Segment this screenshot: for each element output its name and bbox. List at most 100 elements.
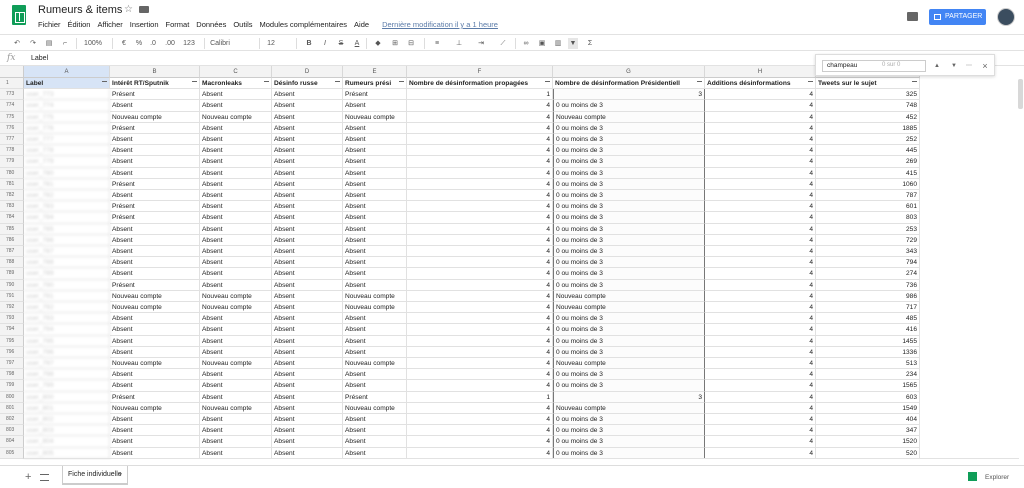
- cell-f[interactable]: 4: [407, 279, 553, 291]
- cell-b[interactable]: Absent: [110, 190, 200, 202]
- sheet-tab[interactable]: Fiche individuelle ▼: [62, 466, 128, 485]
- cell-f[interactable]: 4: [407, 313, 553, 325]
- cell-f[interactable]: 4: [407, 100, 553, 112]
- cell-d[interactable]: Absent: [272, 178, 343, 190]
- cell-g[interactable]: 0 ou moins de 3: [553, 346, 705, 358]
- cell-h[interactable]: 4: [705, 246, 816, 258]
- cell-label[interactable]: user_795: [24, 335, 110, 347]
- cell-g[interactable]: 0 ou moins de 3: [553, 369, 705, 381]
- row-number[interactable]: 782: [0, 190, 24, 202]
- cell-h[interactable]: 4: [705, 302, 816, 314]
- cell-d[interactable]: Absent: [272, 268, 343, 280]
- currency-button[interactable]: €: [119, 38, 129, 49]
- cell-b[interactable]: Absent: [110, 436, 200, 448]
- header-cell-tweets[interactable]: Tweets sur le sujet: [816, 78, 920, 90]
- row-number[interactable]: 785: [0, 223, 24, 235]
- folder-icon[interactable]: [139, 6, 149, 13]
- cell-c[interactable]: Absent: [200, 223, 272, 235]
- cell-i[interactable]: 252: [816, 134, 920, 146]
- cell-label[interactable]: user_773: [24, 89, 110, 101]
- row-number[interactable]: 776: [0, 122, 24, 134]
- formula-input[interactable]: Label: [31, 55, 48, 62]
- cell-c[interactable]: Absent: [200, 212, 272, 224]
- cell-f[interactable]: 4: [407, 346, 553, 358]
- cell-e[interactable]: Absent: [343, 167, 407, 179]
- menu-aide[interactable]: Aide: [354, 20, 369, 29]
- cell-c[interactable]: Absent: [200, 279, 272, 291]
- cell-e[interactable]: Absent: [343, 279, 407, 291]
- cell-g[interactable]: 0 ou moins de 3: [553, 335, 705, 347]
- cell-d[interactable]: Absent: [272, 89, 343, 101]
- cell-i[interactable]: 1885: [816, 122, 920, 134]
- column-header-e[interactable]: E: [343, 66, 407, 78]
- cell-label[interactable]: user_785: [24, 223, 110, 235]
- cell-b[interactable]: Présent: [110, 391, 200, 403]
- filter-icon[interactable]: [399, 81, 404, 86]
- font-select[interactable]: Calibri: [210, 38, 230, 49]
- cell-g[interactable]: 0 ou moins de 3: [553, 279, 705, 291]
- cell-c[interactable]: Absent: [200, 313, 272, 325]
- cell-label[interactable]: user_800: [24, 391, 110, 403]
- cell-h[interactable]: 4: [705, 313, 816, 325]
- filter-icon[interactable]: [264, 81, 269, 86]
- cell-label[interactable]: user_797: [24, 358, 110, 370]
- cell-f[interactable]: 4: [407, 436, 553, 448]
- cell-label[interactable]: user_779: [24, 156, 110, 168]
- cell-g[interactable]: 0 ou moins de 3: [553, 156, 705, 168]
- menu-outils[interactable]: Outils: [233, 20, 252, 29]
- cell-h[interactable]: 4: [705, 324, 816, 336]
- filter-icon[interactable]: [335, 81, 340, 86]
- menu-modules[interactable]: Modules complémentaires: [260, 20, 348, 29]
- cell-label[interactable]: user_796: [24, 346, 110, 358]
- cell-e[interactable]: Absent: [343, 190, 407, 202]
- row-number[interactable]: 794: [0, 324, 24, 336]
- cell-f[interactable]: 4: [407, 122, 553, 134]
- cell-c[interactable]: Absent: [200, 201, 272, 213]
- cell-h[interactable]: 4: [705, 279, 816, 291]
- paint-format-icon[interactable]: ⌐: [60, 38, 70, 49]
- cell-d[interactable]: Absent: [272, 290, 343, 302]
- cell-d[interactable]: Absent: [272, 425, 343, 437]
- cell-h[interactable]: 4: [705, 201, 816, 213]
- cell-d[interactable]: Absent: [272, 324, 343, 336]
- cell-label[interactable]: user_801: [24, 402, 110, 414]
- cell-e[interactable]: Absent: [343, 436, 407, 448]
- cell-label[interactable]: user_798: [24, 369, 110, 381]
- horizontal-scrollbar[interactable]: [24, 458, 1019, 459]
- cell-e[interactable]: Absent: [343, 346, 407, 358]
- menu-afficher[interactable]: Afficher: [97, 20, 122, 29]
- cell-f[interactable]: 4: [407, 167, 553, 179]
- header-cell-desinfo-presidentielle[interactable]: Nombre de désinformation Présidentiell: [553, 78, 705, 90]
- cell-h[interactable]: 4: [705, 111, 816, 123]
- filter-icon[interactable]: [697, 81, 702, 86]
- cell-e[interactable]: Nouveau compte: [343, 302, 407, 314]
- header-cell-desinfo-propagees[interactable]: Nombre de désinformation propagées: [407, 78, 553, 90]
- cell-f[interactable]: 4: [407, 111, 553, 123]
- cell-d[interactable]: Absent: [272, 302, 343, 314]
- cell-label[interactable]: user_775: [24, 111, 110, 123]
- cell-e[interactable]: Absent: [343, 268, 407, 280]
- cell-label[interactable]: user_803: [24, 425, 110, 437]
- menu-edition[interactable]: Édition: [68, 20, 91, 29]
- cell-d[interactable]: Absent: [272, 246, 343, 258]
- cell-d[interactable]: Absent: [272, 201, 343, 213]
- cell-g[interactable]: 3: [553, 89, 705, 101]
- cell-g[interactable]: Nouveau compte: [553, 111, 705, 123]
- column-header-f[interactable]: F: [407, 66, 553, 78]
- cell-b[interactable]: Nouveau compte: [110, 290, 200, 302]
- row-number[interactable]: 777: [0, 134, 24, 146]
- share-button[interactable]: PARTAGER: [929, 9, 986, 25]
- cell-c[interactable]: Absent: [200, 369, 272, 381]
- row-number[interactable]: 789: [0, 268, 24, 280]
- cell-f[interactable]: 4: [407, 425, 553, 437]
- cell-i[interactable]: 736: [816, 279, 920, 291]
- cell-f[interactable]: 4: [407, 402, 553, 414]
- cell-c[interactable]: Nouveau compte: [200, 302, 272, 314]
- cell-f[interactable]: 1: [407, 391, 553, 403]
- cell-c[interactable]: Absent: [200, 167, 272, 179]
- cell-c[interactable]: Absent: [200, 122, 272, 134]
- cell-e[interactable]: Absent: [343, 369, 407, 381]
- cell-e[interactable]: Nouveau compte: [343, 111, 407, 123]
- row-number[interactable]: 773: [0, 89, 24, 101]
- cell-h[interactable]: 4: [705, 268, 816, 280]
